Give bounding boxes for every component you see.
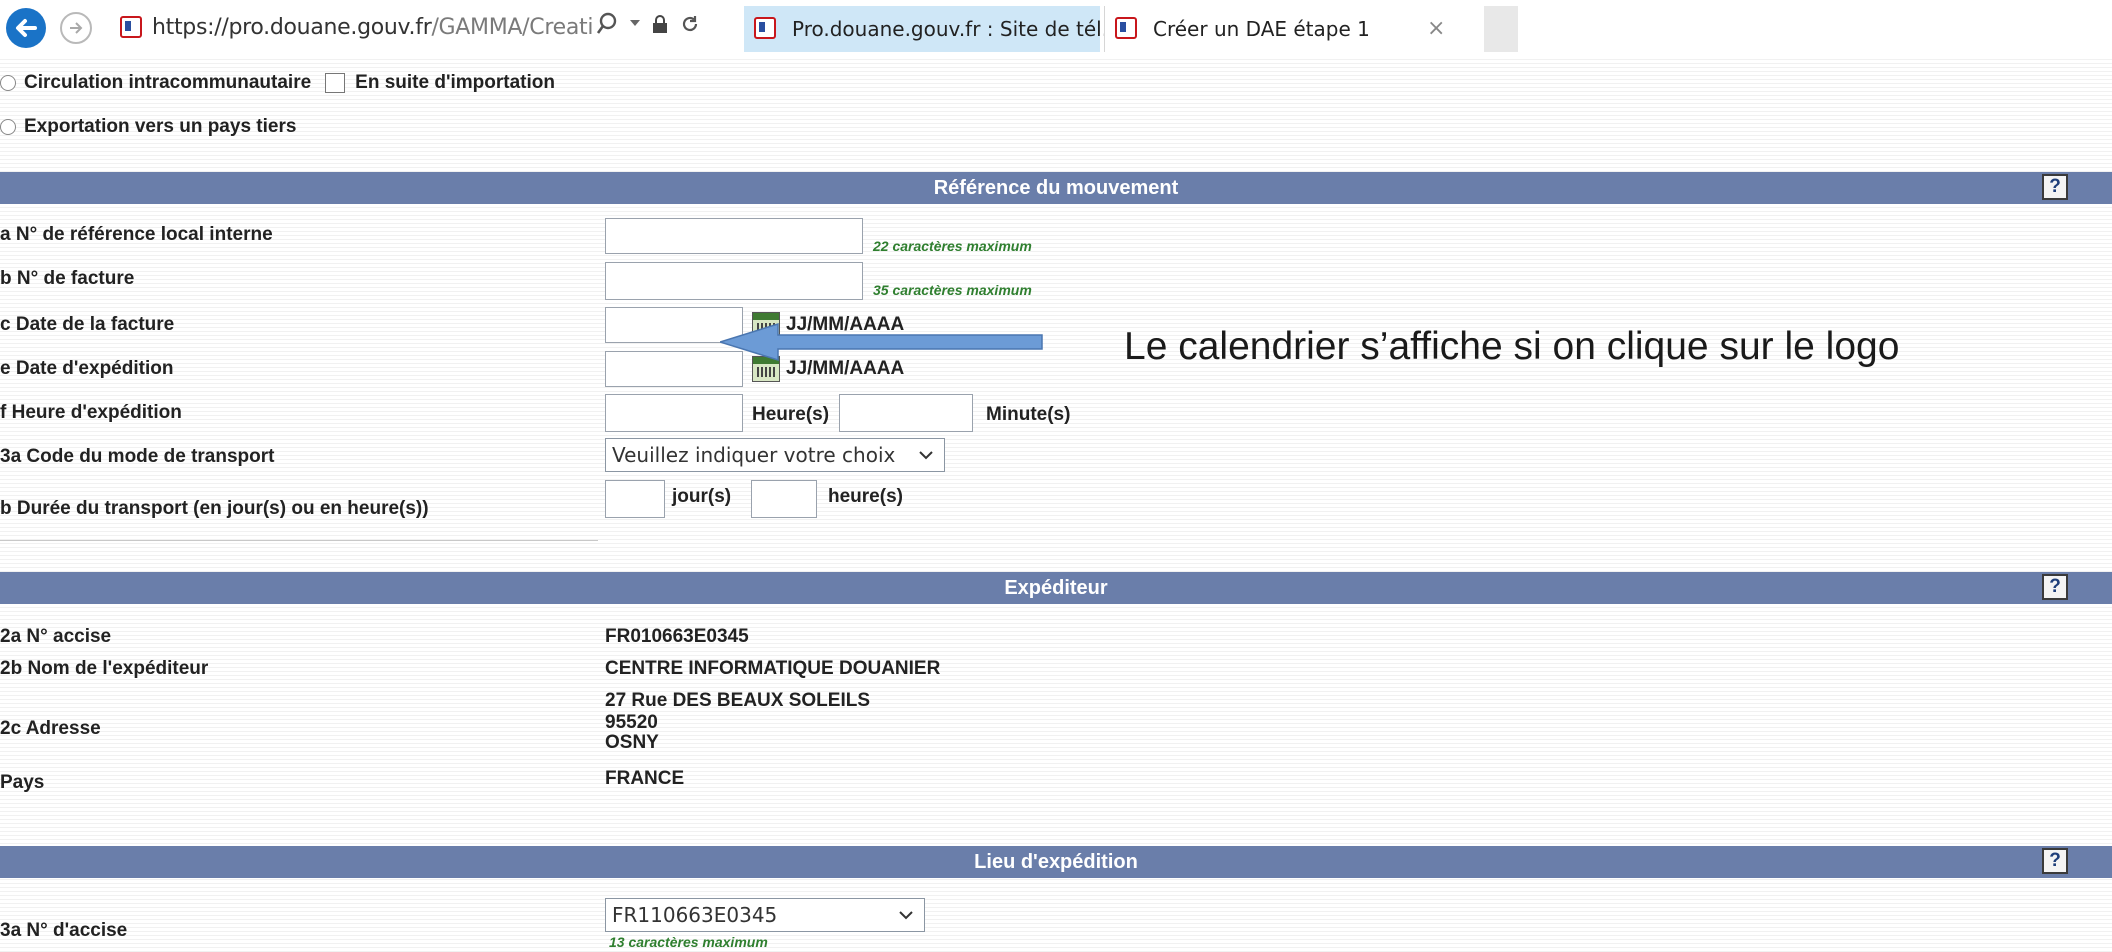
- label-nom-expediteur: 2b Nom de l'expéditeur: [0, 658, 209, 679]
- duree-heures-input[interactable]: [751, 480, 817, 518]
- section-title: Référence du mouvement: [933, 176, 1179, 199]
- tab-favicon-icon: [754, 17, 776, 39]
- forward-button[interactable]: [60, 12, 92, 44]
- value-pays: FRANCE: [605, 768, 685, 789]
- close-tab-icon[interactable]: ×: [1427, 16, 1445, 41]
- divider: [0, 540, 598, 541]
- lieu-accise-select[interactable]: FR110663E0345: [605, 898, 925, 932]
- site-favicon-icon: [120, 16, 142, 38]
- value-nom-expediteur: CENTRE INFORMATIQUE DOUANIER: [605, 658, 941, 679]
- heure-input[interactable]: [605, 394, 743, 432]
- value-adresse-line2: 95520: [605, 712, 658, 733]
- radio-exportation[interactable]: [0, 119, 16, 135]
- value-accise: FR010663E0345: [605, 626, 749, 647]
- back-button[interactable]: [6, 8, 46, 48]
- section-title: Lieu d'expédition: [974, 850, 1138, 873]
- tab-label: Pro.douane.gouv.fr : Site de tél...: [792, 17, 1121, 41]
- refresh-icon[interactable]: [680, 14, 700, 34]
- label-facture: b N° de facture: [0, 268, 135, 289]
- url-path: /GAMMA/CreationDaal:: [431, 15, 592, 40]
- ref-local-input[interactable]: [605, 218, 863, 254]
- facture-input[interactable]: [605, 262, 863, 300]
- radio-label-exportation: Exportation vers un pays tiers: [24, 116, 297, 137]
- label-date-expedition: e Date d'expédition: [0, 358, 174, 379]
- url-host: https://pro.douane.gouv.fr: [152, 15, 432, 40]
- label-adresse: 2c Adresse: [0, 718, 101, 739]
- jours-label: jour(s): [672, 486, 732, 507]
- arrow-left-icon: [16, 19, 37, 37]
- annotation-text: Le calendrier s’affiche si on clique sur…: [1124, 325, 1900, 368]
- lock-icon[interactable]: [652, 14, 668, 34]
- select-value: FR110663E0345: [612, 903, 778, 927]
- new-tab-button[interactable]: [1484, 6, 1518, 52]
- dropdown-arrow-icon[interactable]: [630, 20, 640, 28]
- arrow-right-icon: [70, 22, 83, 34]
- minute-label: Minute(s): [986, 404, 1071, 425]
- movement-type-row: Circulation intracommunautaire En suite …: [0, 72, 555, 94]
- section-header-expediteur: Expéditeur ?: [0, 572, 2112, 604]
- label-date-facture: c Date de la facture: [0, 314, 175, 335]
- hint-facture: 35 caractères maximum: [873, 282, 1032, 298]
- select-value: Veuillez indiquer votre choix: [612, 443, 896, 467]
- heures-label: heure(s): [828, 486, 903, 507]
- label-heure-expedition: f Heure d'expédition: [0, 402, 182, 423]
- label-pays: Pays: [0, 772, 45, 793]
- export-row: Exportation vers un pays tiers: [0, 116, 296, 138]
- help-button[interactable]: ?: [2042, 848, 2068, 874]
- duree-jours-input[interactable]: [605, 480, 665, 518]
- tab-label: Créer un DAE étape 1: [1153, 17, 1370, 41]
- value-adresse-line1: 27 Rue DES BEAUX SOLEILS: [605, 690, 871, 711]
- heure-label: Heure(s): [752, 404, 830, 425]
- hint-ref-local: 22 caractères maximum: [873, 238, 1032, 254]
- browser-toolbar: https://pro.douane.gouv.fr/GAMMA/Creatio…: [0, 0, 2112, 57]
- hint-lieu-accise: 13 caractères maximum: [609, 934, 768, 950]
- chevron-down-icon: [919, 451, 933, 460]
- address-bar[interactable]: https://pro.douane.gouv.fr/GAMMA/Creatio…: [152, 15, 592, 40]
- tab-pro-douane[interactable]: Pro.douane.gouv.fr : Site de tél...: [744, 6, 1121, 52]
- label-lieu-accise: 3a N° d'accise: [0, 920, 128, 941]
- label-duree-transport: b Durée du transport (en jour(s) ou en h…: [0, 498, 429, 519]
- chevron-down-icon: [899, 911, 913, 920]
- label-accise: 2a N° accise: [0, 626, 112, 647]
- section-title: Expéditeur: [1004, 576, 1108, 599]
- annotation-arrow: [720, 322, 1043, 362]
- radio-label-intracommunautaire: Circulation intracommunautaire: [24, 72, 312, 93]
- checkbox-label-importation: En suite d'importation: [355, 72, 555, 93]
- search-icon[interactable]: [596, 12, 618, 36]
- help-button[interactable]: ?: [2042, 174, 2068, 200]
- value-adresse-line3: OSNY: [605, 732, 659, 753]
- label-mode-transport: 3a Code du mode de transport: [0, 446, 275, 467]
- label-ref-local: a N° de référence local interne: [0, 224, 273, 245]
- tab-favicon-icon: [1115, 17, 1137, 39]
- help-button[interactable]: ?: [2042, 574, 2068, 600]
- section-header-reference-mouvement: Référence du mouvement ?: [0, 172, 2112, 204]
- tab-creer-dae[interactable]: Créer un DAE étape 1 ×: [1104, 6, 1480, 52]
- transport-mode-select[interactable]: Veuillez indiquer votre choix: [605, 438, 945, 472]
- minute-input[interactable]: [839, 394, 973, 432]
- section-header-lieu-expedition: Lieu d'expédition ?: [0, 846, 2112, 878]
- checkbox-suite-importation[interactable]: [325, 73, 346, 93]
- radio-intracommunautaire[interactable]: [0, 75, 16, 91]
